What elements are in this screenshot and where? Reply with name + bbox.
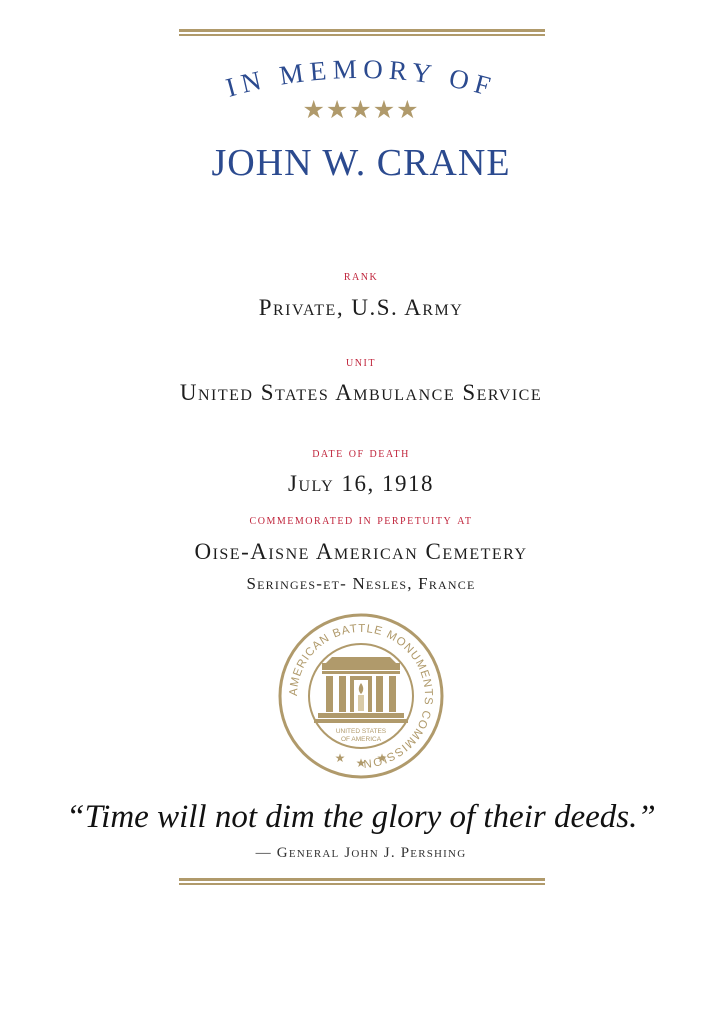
cemetery-location: Seringes-et- Nesles, France [246,574,476,593]
abmc-seal-emblem: AMERICAN BATTLE MONUMENTS COMMISSION UNI… [278,613,444,779]
date-of-death-value: July 16, 1918 [288,471,434,496]
top-double-rule [179,29,545,37]
rank-label: RANK [343,269,379,284]
seal-center-text-2: OF AMERICA [341,736,382,743]
unit-label: UNIT [346,355,376,370]
five-stars-ornament: ★★★★★ [302,97,420,124]
bottom-double-rule [179,878,545,886]
unit-value: United States Ambulance Service [179,380,543,405]
rank-value: Private, U.S. Army [258,295,464,320]
pershing-quote: “Time will not dim the glory of their de… [66,799,656,835]
date-of-death-label: DATE OF DEATH [312,446,410,461]
seal-star-icon: ★ [356,756,367,770]
quote-attribution: — General John J. Pershing [255,845,467,861]
seal-center-text-1: UNITED STATES [336,728,387,735]
honoree-name: JOHN W. CRANE [211,142,511,184]
cemetery-name: Oise-Aisne American Cemetery [194,539,528,564]
commemorated-label: COMMEMORATED IN PERPETUITY AT [249,513,473,528]
seal-star-icon: ★ [335,751,346,765]
seal-star-icon: ★ [377,751,388,765]
